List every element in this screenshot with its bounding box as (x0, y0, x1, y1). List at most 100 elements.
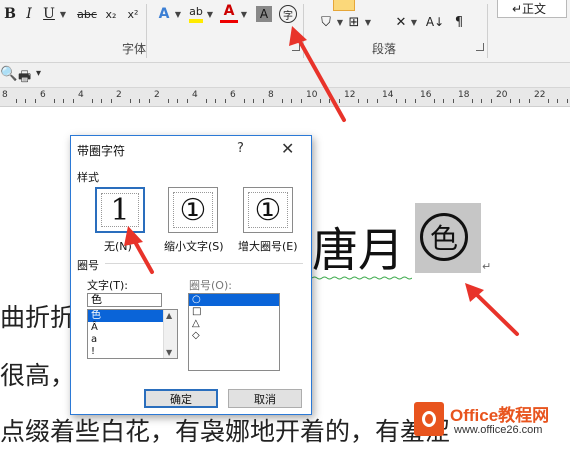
ruler-tick (566, 99, 568, 103)
ruler-tick (129, 99, 131, 103)
borders-icon[interactable]: ⊞ (346, 10, 362, 34)
style-normal-button[interactable]: ↵正文 (497, 0, 567, 18)
ruler-tick (519, 99, 520, 103)
paragraph-dialog-launcher-icon[interactable] (476, 43, 484, 51)
list-item[interactable]: ○ (189, 294, 279, 306)
list-scrollbar[interactable]: ▲ ▼ (163, 310, 177, 358)
text-input[interactable]: 色 (87, 293, 162, 307)
highlighter-icon: ab (189, 5, 203, 23)
highlight-button[interactable]: ab (186, 2, 206, 26)
ruler-tick (177, 99, 178, 103)
strikethrough-button[interactable]: abc (76, 2, 98, 26)
ruler-number: 2 (116, 90, 122, 100)
ruler-number: 8 (268, 90, 274, 100)
paragraph-mark: ↵ (482, 260, 492, 273)
bold-button[interactable]: B (2, 2, 18, 26)
subscript-button[interactable]: x₂ (102, 2, 120, 26)
font-dialog-launcher-icon[interactable] (292, 43, 300, 51)
shading-dropdown-icon[interactable]: ▼ (336, 10, 344, 34)
print-preview-icon[interactable]: 🔍 (0, 66, 17, 82)
text-effects-button[interactable]: A (154, 2, 174, 26)
underline-dropdown-icon[interactable]: ▼ (58, 2, 68, 26)
doc-line-3: 点缀着些白花，有袅娜地开着的，有羞涩 (0, 417, 451, 446)
ruler-tick (101, 99, 102, 103)
font-color-button[interactable]: A (220, 2, 238, 23)
style-enlarge-symbol-option[interactable]: ① (243, 187, 293, 233)
ruler-number: 20 (496, 90, 508, 100)
ruler-number: 8 (2, 90, 8, 100)
style-none-option[interactable]: 1 (95, 187, 145, 233)
ruler-tick (72, 99, 74, 103)
paragraph-group-label: 段落 (372, 42, 397, 56)
ruler-tick (262, 99, 264, 103)
grammar-squiggle (312, 276, 412, 280)
list-item[interactable]: ◇ (189, 330, 279, 342)
ruler-tick (471, 99, 473, 103)
scroll-up-icon[interactable]: ▲ (166, 311, 172, 320)
ruler-tick (405, 99, 406, 103)
borders-dropdown-icon[interactable]: ▼ (364, 10, 372, 34)
ruler-tick (186, 99, 188, 103)
close-button[interactable]: ✕ (281, 139, 294, 158)
dialog-titlebar[interactable]: 带圈字符 ? ✕ (71, 136, 311, 162)
sort-icon[interactable]: A↓ (426, 10, 444, 34)
list-item[interactable]: □ (189, 306, 279, 318)
horizontal-ruler[interactable]: 8 6 4 2 2 4 6 8 10 12 14 16 18 20 22 (0, 88, 570, 107)
ruler-tick (452, 99, 454, 103)
ruler-tick (215, 99, 216, 103)
office-logo-icon (414, 402, 444, 436)
italic-button[interactable]: I (22, 2, 36, 26)
watermark: Office教程网 www.office26.com (410, 398, 570, 442)
shading-bucket-icon[interactable]: ⛉ (314, 10, 338, 34)
ruler-tick (15, 99, 17, 103)
customize-qat-icon[interactable]: ▾ (36, 68, 41, 79)
ruler-tick (490, 99, 492, 103)
scroll-down-icon[interactable]: ▼ (166, 348, 172, 357)
ruler-tick (167, 99, 169, 103)
ok-button[interactable]: 确定 (144, 389, 218, 408)
enclose-characters-button[interactable]: 字 (278, 2, 298, 26)
ruler-tick (281, 99, 283, 103)
arrow-to-enclosed-char (472, 290, 519, 336)
ruler-tick (433, 99, 435, 103)
ruler-tick (319, 99, 321, 103)
enclosure-list[interactable]: ○ □ △ ◇ (188, 293, 280, 371)
asian-layout-icon[interactable]: ✕ (392, 10, 410, 34)
highlight-dropdown-icon[interactable]: ▼ (206, 2, 214, 26)
style-enlarge-caption: 增大圈号(E) (238, 240, 298, 253)
ruler-tick (300, 99, 302, 103)
enclosed-character: 色 (420, 213, 468, 261)
ruler-tick (528, 99, 530, 103)
ruler-number: 4 (192, 90, 198, 100)
font-color-dropdown-icon[interactable]: ▼ (240, 2, 248, 26)
style-shrink-preview: ① (173, 192, 213, 228)
cancel-button[interactable]: 取消 (228, 389, 302, 408)
show-marks-icon[interactable]: ¶ (452, 10, 466, 34)
print-icon[interactable]: 🖶 (18, 66, 31, 90)
style-none-caption: 无(N) (104, 240, 132, 253)
enclosure-section-label: 圈号 (77, 259, 99, 272)
char-shading-button[interactable]: A (256, 6, 272, 22)
text-list[interactable]: 色 Â a ! ▲ ▼ (87, 309, 178, 359)
ruler-tick (509, 99, 511, 103)
ribbon-divider (487, 4, 488, 58)
help-button[interactable]: ? (237, 141, 244, 156)
ruler-number: 18 (458, 90, 470, 100)
asian-layout-dropdown-icon[interactable]: ▼ (410, 10, 418, 34)
arrowhead-icon (465, 283, 484, 302)
enclose-characters-dialog: 带圈字符 ? ✕ 样式 1 ① ① 无(N) 缩小文字(S) 增大圈号(E) 圈… (70, 135, 312, 415)
underline-button[interactable]: U (42, 2, 56, 26)
ruler-tick (205, 99, 207, 103)
superscript-button[interactable]: x² (124, 2, 142, 26)
ruler-number: 22 (534, 90, 546, 100)
text-effects-dropdown-icon[interactable]: ▼ (174, 2, 182, 26)
ruler-tick (110, 99, 112, 103)
list-item[interactable]: △ (189, 318, 279, 330)
ruler-number: 12 (344, 90, 356, 100)
style-shrink-text-option[interactable]: ① (168, 187, 218, 233)
style-section-label: 样式 (77, 171, 99, 184)
divider (105, 263, 303, 264)
ruler-number: 2 (154, 90, 160, 100)
ruler-tick (414, 99, 416, 103)
ribbon-divider (146, 4, 147, 58)
